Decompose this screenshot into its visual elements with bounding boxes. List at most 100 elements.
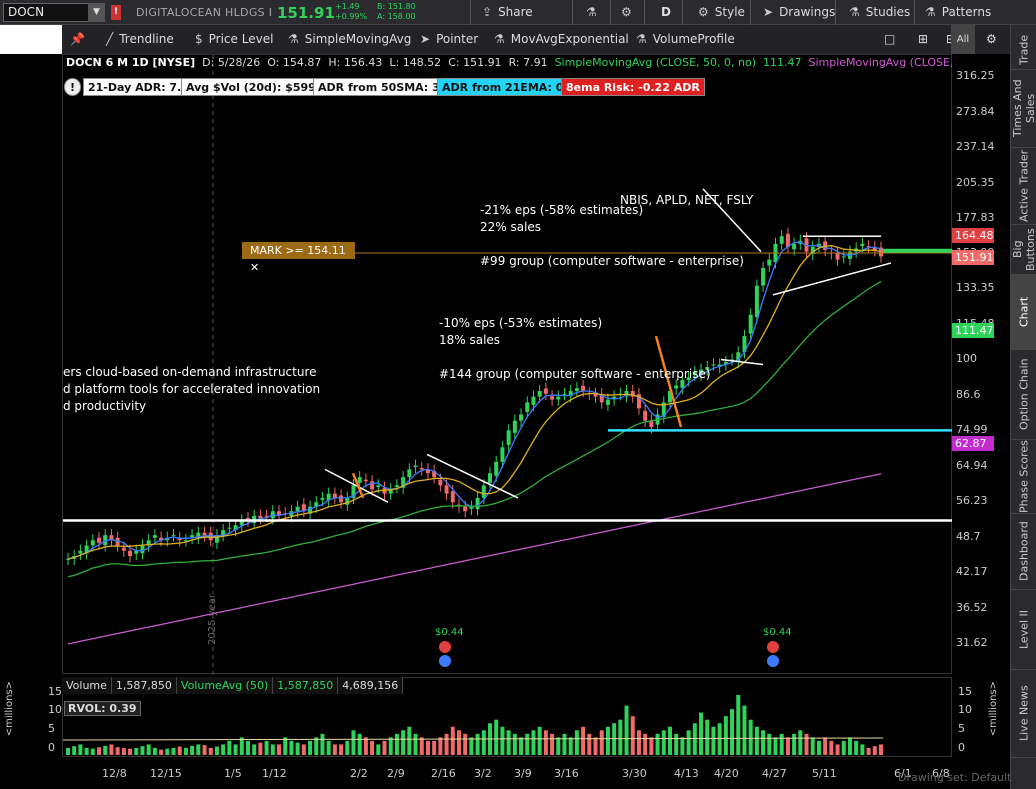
x-tick-label: 12/8	[102, 767, 127, 780]
trendline-button[interactable]: ╱ Trendline	[106, 25, 174, 54]
candle-body	[605, 399, 610, 405]
candle-body	[761, 268, 766, 286]
side-tab-option-chain[interactable]: Option Chain	[1011, 350, 1036, 440]
y-tick-label: 133.35	[956, 281, 995, 294]
pointer-button[interactable]: ➤ Pointer	[420, 25, 478, 54]
y-tick-label: 74.99	[956, 423, 988, 436]
ema-risk-study: 8ema Risk: -0.22 ADR	[561, 78, 705, 96]
gear-icon[interactable]: ⚙	[986, 25, 1002, 54]
chart-low: L: 148.52	[389, 56, 442, 69]
volume-bar	[686, 730, 691, 755]
earnings-value: $0.44	[763, 627, 792, 638]
volume-bar	[165, 748, 170, 755]
candle-body	[506, 430, 511, 445]
side-tab-live-news[interactable]: Live News	[1011, 670, 1036, 758]
all-button[interactable]: All	[951, 25, 975, 54]
style-button[interactable]: ⚙ Style	[694, 0, 745, 25]
volume-bar	[450, 726, 455, 755]
volume-bar	[270, 744, 275, 755]
price-axis[interactable]: 316.25273.84237.14205.35177.83153.99133.…	[952, 54, 1010, 676]
side-tab-trade[interactable]: Trade	[1011, 30, 1036, 70]
candle-body	[208, 532, 213, 541]
patterns-button[interactable]: ⚗ Patterns	[921, 0, 991, 25]
symbol-dropdown-icon[interactable]: ▼	[88, 3, 105, 22]
grid-icon[interactable]: ⊞	[918, 25, 932, 54]
volume-bar	[680, 737, 685, 755]
info-icon[interactable]: !	[64, 78, 81, 96]
y-tick-label: 100	[956, 352, 977, 365]
side-tab-dashboard[interactable]: Dashboard	[1011, 514, 1036, 590]
x-tick-label: 1/12	[262, 767, 287, 780]
settings-button[interactable]: ⚙	[617, 0, 639, 25]
volume-bar	[351, 730, 356, 755]
pin-icon[interactable]: 📌	[70, 25, 85, 54]
side-tab-big-buttons[interactable]: Big Buttons	[1011, 225, 1036, 275]
chart-open: O: 154.87	[267, 56, 322, 69]
volume-bar	[152, 747, 157, 755]
volume-bar	[823, 737, 828, 755]
price-level-button[interactable]: $ Price Level	[195, 25, 273, 54]
drawing-toolbar-inner: 📌 ╱ Trendline $ Price Level ⚗ SimpleMovingA…	[62, 25, 1010, 54]
side-tab-phase-scores[interactable]: Phase Scores	[1011, 440, 1036, 514]
candle-body	[537, 390, 542, 397]
earnings-value: $0.44	[435, 627, 464, 638]
studies-button[interactable]: ⚗ Studies	[845, 0, 910, 25]
candle-body	[121, 547, 126, 551]
volume-bar	[233, 744, 238, 755]
volume-tick-label: 15	[48, 685, 62, 698]
side-tab-level-ii[interactable]: Level II	[1011, 590, 1036, 670]
flag-icon[interactable]: !	[111, 5, 121, 20]
x-tick-label: 2/9	[387, 767, 405, 780]
drawings-label: Drawings	[779, 5, 836, 19]
volume-bar	[661, 730, 666, 755]
x-tick-label: 4/27	[762, 767, 787, 780]
volume-bar	[401, 730, 406, 755]
volume-tick-label: 15	[958, 685, 972, 698]
volume-bar	[264, 740, 269, 755]
gear-icon: ⚙	[621, 5, 632, 19]
aggregation-button[interactable]: D	[657, 0, 671, 25]
candle-body	[488, 473, 493, 483]
candle-body	[140, 545, 145, 554]
left-strip	[0, 54, 62, 677]
volume-bar	[196, 744, 201, 755]
candle-body	[767, 259, 772, 266]
candle-body	[363, 479, 368, 482]
top-toolbar: DOCN ▼ ! DIGITALOCEAN HLDGS I 151.91 +1.…	[0, 0, 1036, 25]
volume-bar	[525, 733, 530, 755]
volume-bar	[574, 730, 579, 755]
x-tick-label: 1/5	[224, 767, 242, 780]
mark-alert-label[interactable]: MARK >= 154.11 ✕	[242, 242, 355, 274]
sma-button[interactable]: ⚗ SimpleMovingAvg	[288, 25, 411, 54]
volume-bar	[506, 730, 511, 755]
pointer-icon: ➤	[763, 5, 774, 19]
candle-body	[481, 485, 486, 498]
date-axis[interactable]: 12/8 12/15 1/5 1/12 2/2 2/9 2/16 3/2 3/9 3/16 3/30…	[62, 757, 1010, 789]
pointer-label: Pointer	[436, 32, 479, 46]
price-chart[interactable]: 2025 year $0.44 $0.44	[62, 54, 953, 675]
x-tick-label: 4/13	[674, 767, 699, 780]
flask-button[interactable]: ⚗	[582, 0, 606, 25]
candle-body	[674, 385, 679, 389]
chart-close: C: 151.91	[448, 56, 502, 69]
side-tab-active-trader[interactable]: Active Trader	[1011, 148, 1036, 225]
square-icon[interactable]: □	[884, 25, 896, 54]
ema-button[interactable]: ⚗ MovAvgExponential	[494, 25, 629, 54]
volume-profile-button[interactable]: ⚗ VolumeProfile	[636, 25, 735, 54]
chart-high: H: 156.43	[328, 56, 383, 69]
drawings-button[interactable]: ➤ Drawings	[759, 0, 835, 25]
volume-bar	[711, 726, 716, 755]
side-tab-times-and-sales[interactable]: Times And Sales	[1011, 70, 1036, 148]
note-eps-1: -21% eps (-58% estimates)	[480, 203, 644, 217]
volume-bar	[444, 733, 449, 755]
share-button[interactable]: ⇪ Share	[478, 0, 533, 25]
volume-bar	[736, 695, 741, 755]
side-tab-chart[interactable]: Chart	[1011, 275, 1036, 350]
candle-body	[339, 495, 344, 503]
candle-body	[227, 527, 232, 529]
close-icon[interactable]: ✕	[250, 261, 259, 274]
y-tick-label: 316.25	[956, 69, 995, 82]
volume-bar	[630, 716, 635, 755]
candle-body	[494, 461, 499, 476]
note-sales-2: 18% sales	[439, 333, 501, 347]
